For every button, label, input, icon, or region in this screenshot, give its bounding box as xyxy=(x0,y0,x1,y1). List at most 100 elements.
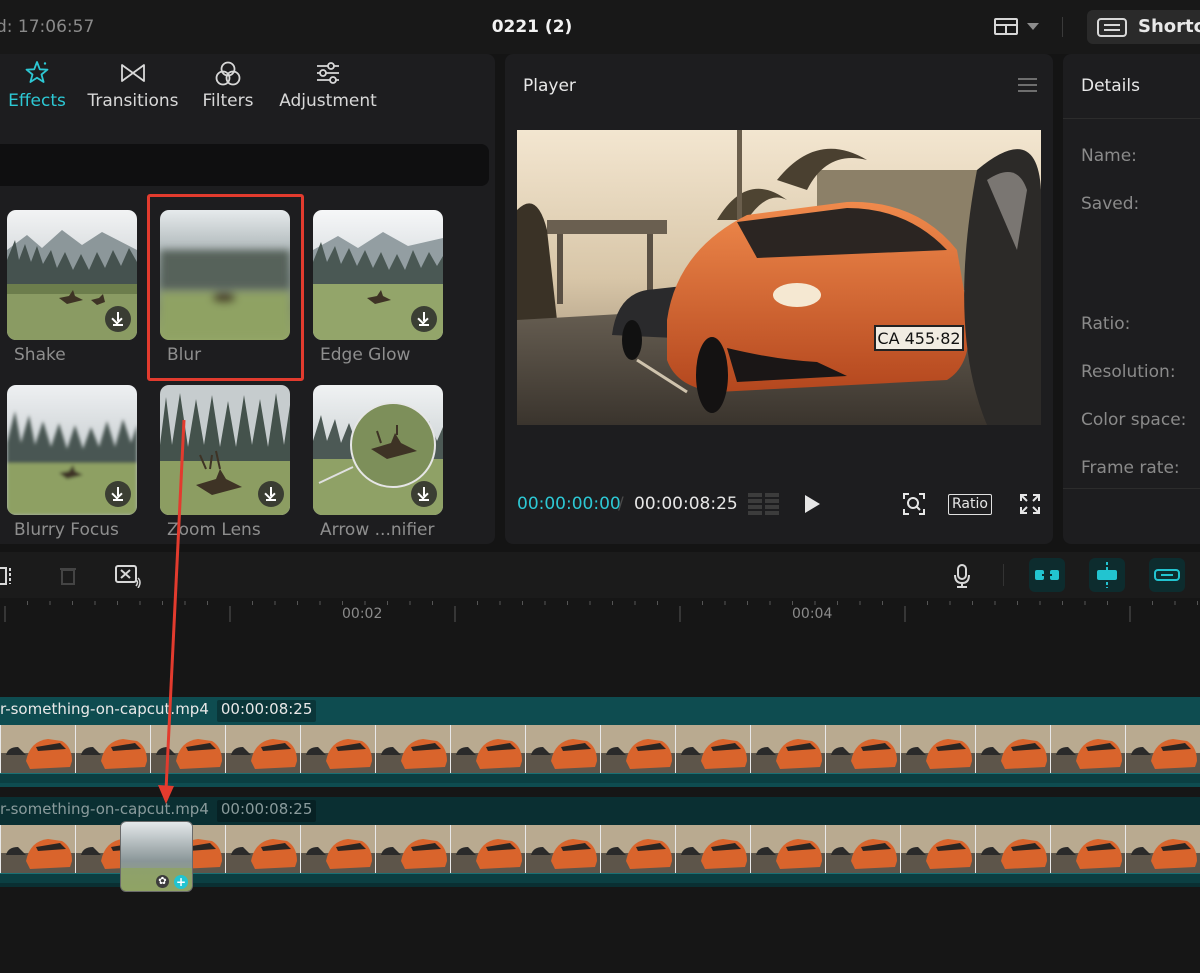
filmstrip-frame xyxy=(975,725,1050,773)
video-clip-main[interactable]: r-something-on-capcut.mp4 00:00:08:25 xyxy=(0,697,1200,787)
split-icon[interactable] xyxy=(0,566,14,586)
filmstrip-frame xyxy=(750,825,825,873)
download-icon[interactable] xyxy=(105,481,131,507)
effect-card-edge-glow[interactable]: Edge Glow xyxy=(313,210,443,370)
filmstrip-frame xyxy=(825,725,900,773)
filmstrip-frame xyxy=(675,725,750,773)
effects-search-input[interactable]: cts xyxy=(0,144,489,186)
delete-icon[interactable] xyxy=(58,566,78,586)
divider xyxy=(1063,488,1200,489)
filmstrip-frame xyxy=(150,725,225,773)
effect-name: Arrow ...nifier xyxy=(320,520,435,540)
timeline-toolbar xyxy=(0,552,1200,598)
filmstrip-frame xyxy=(675,825,750,873)
tab-adjustment[interactable]: Adjustment xyxy=(274,60,382,116)
download-icon[interactable] xyxy=(105,306,131,332)
filmstrip-frame xyxy=(900,725,975,773)
filters-circles-icon xyxy=(200,60,256,90)
grid-view-icon[interactable] xyxy=(748,493,780,515)
transitions-bowtie-icon xyxy=(82,60,184,90)
effect-badge-icon: ✿ xyxy=(156,875,169,888)
filmstrip-frame xyxy=(225,825,300,873)
main-track-magnet-button[interactable] xyxy=(1029,558,1065,592)
tab-effects-label: Effects xyxy=(8,91,66,111)
detail-label-name: Name: xyxy=(1081,146,1137,166)
highlight-annotation xyxy=(147,194,304,381)
filmstrip-frame xyxy=(825,825,900,873)
filmstrip-frame xyxy=(225,725,300,773)
clip-name: r-something-on-capcut.mp4 xyxy=(0,700,209,718)
add-icon[interactable]: + xyxy=(174,875,188,889)
filmstrip-frame xyxy=(75,725,150,773)
filmstrip-frame xyxy=(450,725,525,773)
effects-star-icon xyxy=(6,60,68,90)
details-panel: Details Name: Saved: Ratio: Resolution: … xyxy=(1063,54,1200,544)
auto-snap-button[interactable] xyxy=(1089,558,1125,592)
effect-card-zoom-lens[interactable]: Zoom Lens xyxy=(160,385,290,545)
detail-label-ratio: Ratio: xyxy=(1081,314,1131,334)
linkage-button[interactable] xyxy=(1149,558,1185,592)
effect-card-shake[interactable]: Shake xyxy=(7,210,137,370)
microphone-icon[interactable] xyxy=(952,563,972,589)
download-icon[interactable] xyxy=(258,481,284,507)
top-bar: d: 17:06:57 0221 (2) Shortcuts xyxy=(0,0,1200,54)
menu-icon[interactable] xyxy=(1018,78,1037,92)
chevron-down-icon xyxy=(1027,23,1039,30)
tab-filters[interactable]: Filters xyxy=(200,60,256,116)
filmstrip-frame xyxy=(0,725,75,773)
detail-label-color-space: Color space: xyxy=(1081,410,1187,430)
shortcuts-button[interactable]: Shortcuts xyxy=(1087,10,1200,44)
effect-card-arrow-magnifier[interactable]: Arrow ...nifier xyxy=(313,385,443,545)
filmstrip-frame xyxy=(525,825,600,873)
detail-label-frame-rate: Frame rate: xyxy=(1081,458,1180,478)
fit-view-icon[interactable] xyxy=(902,492,926,516)
filmstrip-frame xyxy=(900,825,975,873)
layout-button[interactable] xyxy=(990,16,1040,38)
download-icon[interactable] xyxy=(411,306,437,332)
total-timecode: 00:00:08:25 xyxy=(634,494,738,514)
clip-audio-bar xyxy=(0,773,1200,783)
play-icon[interactable] xyxy=(805,495,820,513)
video-preview[interactable]: CA 455·82 xyxy=(517,130,1041,425)
filmstrip-frame xyxy=(1050,825,1125,873)
download-icon[interactable] xyxy=(411,481,437,507)
filmstrip-frame xyxy=(1125,825,1200,873)
filmstrip-frame xyxy=(600,825,675,873)
ruler-label: 00:04 xyxy=(792,606,833,622)
tab-adjustment-label: Adjustment xyxy=(279,91,377,111)
divider xyxy=(1003,564,1004,586)
filmstrip-frame xyxy=(1050,725,1125,773)
keyboard-icon xyxy=(1097,18,1127,37)
player-title: Player xyxy=(523,76,576,96)
tab-filters-label: Filters xyxy=(202,91,254,111)
effect-name: Blurry Focus xyxy=(14,520,119,540)
filmstrip-frame xyxy=(450,825,525,873)
adjustment-sliders-icon xyxy=(274,60,382,90)
clip-header: r-something-on-capcut.mp4 00:00:08:25 xyxy=(0,800,317,822)
tab-effects[interactable]: Effects xyxy=(6,60,68,116)
current-timecode: 00:00:00:00 xyxy=(517,494,621,514)
clip-duration: 00:00:08:25 xyxy=(216,700,317,722)
license-plate: CA 455·82 xyxy=(877,329,960,348)
filmstrip-frame xyxy=(0,825,75,873)
shortcuts-label: Shortcuts xyxy=(1138,16,1200,37)
ruler-label: 00:02 xyxy=(342,606,383,622)
auto-cut-icon[interactable] xyxy=(114,564,142,589)
divider xyxy=(1062,17,1063,37)
filmstrip-frame xyxy=(375,725,450,773)
project-title[interactable]: 0221 (2) xyxy=(0,17,1064,37)
effect-name: Edge Glow xyxy=(320,345,411,365)
ratio-button[interactable]: Ratio xyxy=(948,494,992,515)
tab-transitions[interactable]: Transitions xyxy=(82,60,184,116)
filmstrip-frame xyxy=(375,825,450,873)
effect-name: Shake xyxy=(14,345,66,365)
layout-icon xyxy=(994,18,1018,35)
player-panel: Player CA 455·82 00:00:00:00 / 00:00:08:… xyxy=(505,54,1053,544)
effect-card-blurry-focus[interactable]: Blurry Focus xyxy=(7,385,137,545)
divider xyxy=(1063,118,1200,119)
tab-transitions-label: Transitions xyxy=(87,91,179,111)
filmstrip-frame xyxy=(525,725,600,773)
timecode-separator: / xyxy=(618,494,624,514)
timeline-ruler[interactable]: 00:02 00:04 xyxy=(0,598,1200,630)
fullscreen-icon[interactable] xyxy=(1019,493,1041,515)
